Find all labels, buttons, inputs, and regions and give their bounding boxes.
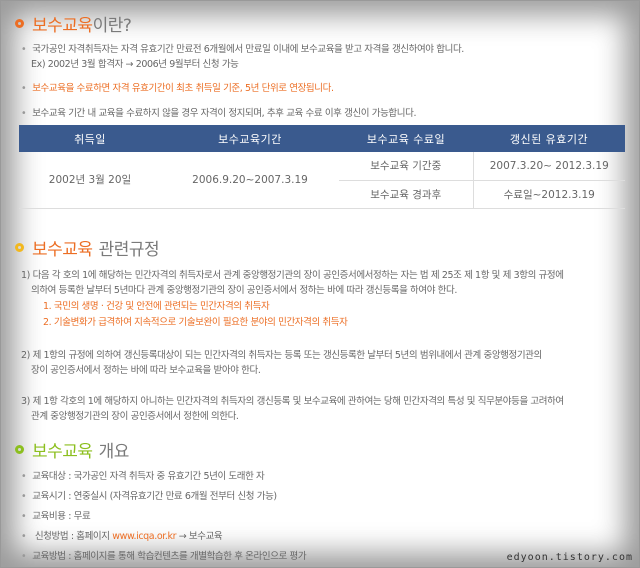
homepage-link[interactable]: www.icqa.or.kr: [112, 531, 176, 542]
table-header: 보수교육 수료일: [339, 125, 473, 152]
section1-line-4: 보수교육 기간 내 교육을 수료하지 않을 경우 자격이 정지되며, 추후 교육…: [21, 105, 416, 119]
table-cell-status: 보수교육 경과후: [339, 180, 474, 209]
bullet-icon: [15, 445, 24, 454]
section3-title: 보수교육 개요: [15, 437, 129, 462]
section1-title-main: 보수교육: [32, 16, 93, 36]
table-cell-validity: 2007.3.20~ 2012.3.19: [473, 152, 625, 181]
apply-suffix: → 보수교육: [176, 531, 223, 542]
table-header: 갱신된 유효기간: [473, 125, 625, 152]
rule-1-line-a: 1) 다음 각 호의 1에 해당하는 민간자격의 취득자로서 관계 중앙행정기관…: [21, 270, 564, 281]
rule-1-item-2: 2. 기술변화가 급격하여 지속적으로 기술보완이 필요한 분야의 민간자격의 …: [43, 317, 348, 328]
overview-item: 교육방법 : 홈페이지를 통해 학습컨텐츠를 개별학습한 후 온라인으로 평가: [21, 548, 306, 562]
renewal-table: 취득일 보수교육기간 보수교육 수료일 갱신된 유효기간 2002년 3월 20…: [19, 125, 625, 209]
table-header: 보수교육기간: [161, 125, 339, 152]
rule-3-line-b: 관계 중앙행정기관의 장이 공인증서에서 정한에 의한다.: [31, 411, 239, 422]
section1-line-1: 국가공인 자격취득자는 자격 유효기간 만료전 6개월에서 만료일 이내에 보수…: [21, 41, 464, 55]
table-cell-validity: 수료일~2012.3.19: [473, 180, 625, 209]
overview-item: 교육비용 : 무료: [21, 508, 90, 522]
section2-title: 보수교육 관련규정: [15, 235, 160, 260]
rule-2-line-a: 2) 제 1항의 규정에 의하여 갱신등록대상이 되는 민간자격의 취득자는 등…: [21, 350, 542, 361]
rule-2-line-b: 장이 공인증서에서 정하는 바에 따라 보수교육을 받아야 한다.: [31, 365, 261, 376]
section3-title-main: 보수교육: [32, 442, 93, 462]
rule-3-line-a: 3) 제 1항 각호의 1에 해당하지 아니하는 민간자격의 취득자의 갱신등록…: [21, 396, 564, 407]
table-cell-status: 보수교육 기간중: [339, 152, 474, 181]
table-cell-period: 2006.9.20~2007.3.19: [161, 152, 339, 209]
overview-item-apply: 신청방법 : 홈페이지 www.icqa.or.kr → 보수교육: [21, 528, 223, 542]
watermark: edyoon.tistory.com: [506, 552, 633, 563]
rule-1-line-b: 의하여 등록한 날부터 5년마다 관계 중앙행정기관의 장이 공인증서에서 정하…: [31, 285, 457, 296]
section2-title-main: 보수교육: [32, 240, 93, 260]
overview-item: 교육대상 : 국가공인 자격 취득자 중 유효기간 5년이 도래한 자: [21, 468, 265, 482]
table-header: 취득일: [19, 125, 161, 152]
section3-title-suffix: 개요: [98, 442, 130, 462]
section1-title: 보수교육 이란?: [15, 11, 132, 36]
page-frame: 보수교육 이란? 국가공인 자격취득자는 자격 유효기간 만료전 6개월에서 만…: [0, 0, 640, 568]
table-cell-acquired: 2002년 3월 20일: [19, 152, 161, 209]
bullet-icon: [15, 243, 24, 252]
overview-item: 교육시기 : 연중실시 (자격유효기간 만료 6개월 전부터 신청 가능): [21, 488, 277, 502]
bullet-icon: [15, 19, 24, 28]
section2-title-suffix: 관련규정: [98, 240, 160, 260]
rule-1-item-1: 1. 국민의 생명 · 건강 및 안전에 관련되는 민간자격의 취득자: [43, 301, 270, 312]
section1-line-3: 보수교육을 수료하면 자격 유효기간이 최초 취득일 기준, 5년 단위로 연장…: [21, 80, 334, 94]
apply-prefix: 신청방법 : 홈페이지: [34, 531, 113, 542]
section1-line-2: Ex) 2002년 3월 합격자 → 2006년 9월부터 신청 가능: [31, 59, 239, 70]
section1-title-suffix: 이란?: [92, 16, 132, 36]
table-row: 2002년 3월 20일 2006.9.20~2007.3.19 보수교육 기간…: [19, 152, 625, 209]
